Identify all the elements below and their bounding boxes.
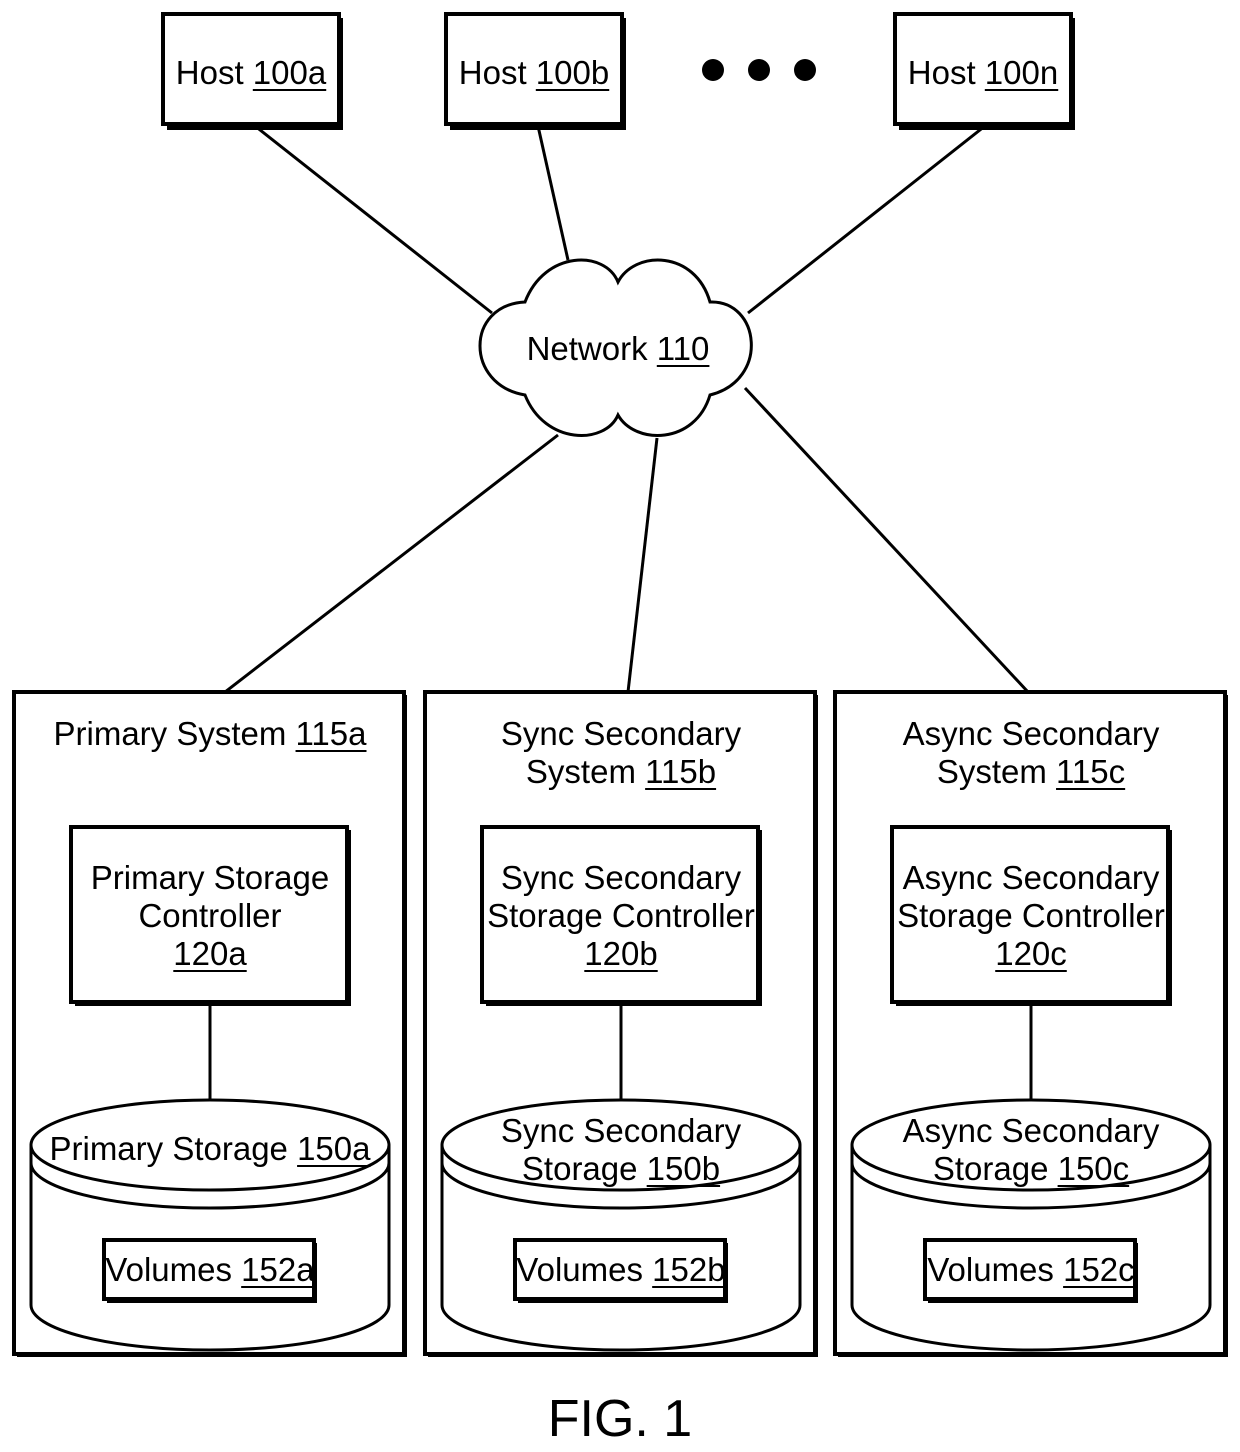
host-box-100n: Host 100n <box>893 12 1075 130</box>
volumes-label-ref: 152b <box>652 1251 725 1288</box>
storage-150a: Primary Storage 150a Volumes 152a <box>29 1098 391 1352</box>
controller-label-line: Primary Storage <box>91 859 329 896</box>
host-box-100a: Host 100a <box>161 12 343 130</box>
storage-label-line: Storage 150b <box>522 1150 720 1187</box>
controller-120c: Async SecondaryStorage Controller120c <box>890 825 1172 1006</box>
system-title-ref: 115a <box>296 715 368 752</box>
system-title-line: System 115b <box>526 753 716 790</box>
system-title-ref: 115c <box>1056 753 1125 790</box>
controller-label-ref: 120a <box>173 935 247 972</box>
host-box-100b: Host 100b <box>444 12 626 130</box>
link-host-100n-network <box>747 124 986 315</box>
link-network-async <box>743 386 1030 694</box>
controller-label-line: 120c <box>995 935 1067 972</box>
hosts: Host 100a Host 100b Host 100n <box>161 12 1075 130</box>
volumes-label-line: Volumes 152b <box>516 1251 725 1288</box>
system-115b: Sync SecondarySystem 115bSync SecondaryS… <box>423 690 818 1357</box>
system-title-line: Primary System 115a <box>54 715 368 752</box>
network-label: Network 110 <box>527 330 710 367</box>
host-label-ref: 100a <box>253 54 327 91</box>
system-115a: Primary System 115a Primary StorageContro… <box>12 690 407 1357</box>
storage-150b: Sync SecondaryStorage 150b Volumes 152b <box>440 1098 802 1352</box>
host-label-line: Host 100b <box>459 54 609 91</box>
ellipsis-dot <box>748 59 770 81</box>
volumes-152b: Volumes 152b <box>513 1238 728 1303</box>
storage-label-line: Primary Storage 150a <box>49 1130 371 1167</box>
storage-replication-diagram: Host 100a Host 100b Host 100n Network 110 … <box>12 12 1228 1448</box>
systems: Primary System 115a Primary StorageContro… <box>12 690 1228 1357</box>
controller-label-line: 120a <box>173 935 247 972</box>
network-cloud: Network 110 <box>478 258 753 437</box>
volumes-label-ref: 152a <box>241 1251 315 1288</box>
ellipsis-dot <box>702 59 724 81</box>
system-115c: Async SecondarySystem 115cAsync Secondar… <box>833 690 1228 1357</box>
controller-120a: Primary StorageController120a <box>69 825 351 1006</box>
system-title-ref: 115b <box>645 753 716 790</box>
system-title-line: Async Secondary <box>903 715 1160 752</box>
ellipsis-dots <box>702 59 816 81</box>
volumes-152a: Volumes 152a <box>102 1238 317 1303</box>
controller-label-ref: 120c <box>995 935 1067 972</box>
host-label-ref: 100b <box>536 54 609 91</box>
host-label-ref: 100n <box>985 54 1058 91</box>
volumes-label-line: Volumes 152a <box>105 1251 315 1288</box>
volumes-152c: Volumes 152c <box>923 1238 1138 1303</box>
host-label-line: Host 100a <box>176 54 327 91</box>
storage-label-line: Sync Secondary <box>501 1112 742 1149</box>
controller-label-line: Storage Controller <box>897 897 1165 934</box>
controller-label-line: Async Secondary <box>903 859 1160 896</box>
system-title-line: Sync Secondary <box>501 715 742 752</box>
controller-120b: Sync SecondaryStorage Controller120b <box>480 825 762 1006</box>
volumes-label-line: Volumes 152c <box>927 1251 1134 1288</box>
storage-label-ref: 150b <box>647 1150 720 1187</box>
storage-150c: Async SecondaryStorage 150c Volumes 152c <box>850 1098 1212 1352</box>
link-host-100b-network <box>536 125 570 261</box>
storage-label-ref: 150c <box>1058 1150 1130 1187</box>
host-label-line: Host 100n <box>908 54 1058 91</box>
link-network-sync <box>626 437 659 693</box>
controller-label-line: Controller <box>138 897 281 934</box>
controller-label-line: Sync Secondary <box>501 859 742 896</box>
system-title-line: System 115c <box>937 753 1125 790</box>
controller-label-ref: 120b <box>584 935 657 972</box>
controller-label-line: Storage Controller <box>487 897 755 934</box>
figure-caption: FIG. 1 <box>548 1390 692 1448</box>
ellipsis-dot <box>794 59 816 81</box>
controller-label-line: 120b <box>584 935 657 972</box>
storage-label-ref: 150a <box>297 1130 371 1167</box>
link-host-100a-network <box>254 124 493 315</box>
link-network-primary <box>224 433 559 694</box>
storage-label-line: Async Secondary <box>903 1112 1160 1149</box>
volumes-label-ref: 152c <box>1063 1251 1135 1288</box>
storage-label-line: Storage 150c <box>933 1150 1129 1187</box>
